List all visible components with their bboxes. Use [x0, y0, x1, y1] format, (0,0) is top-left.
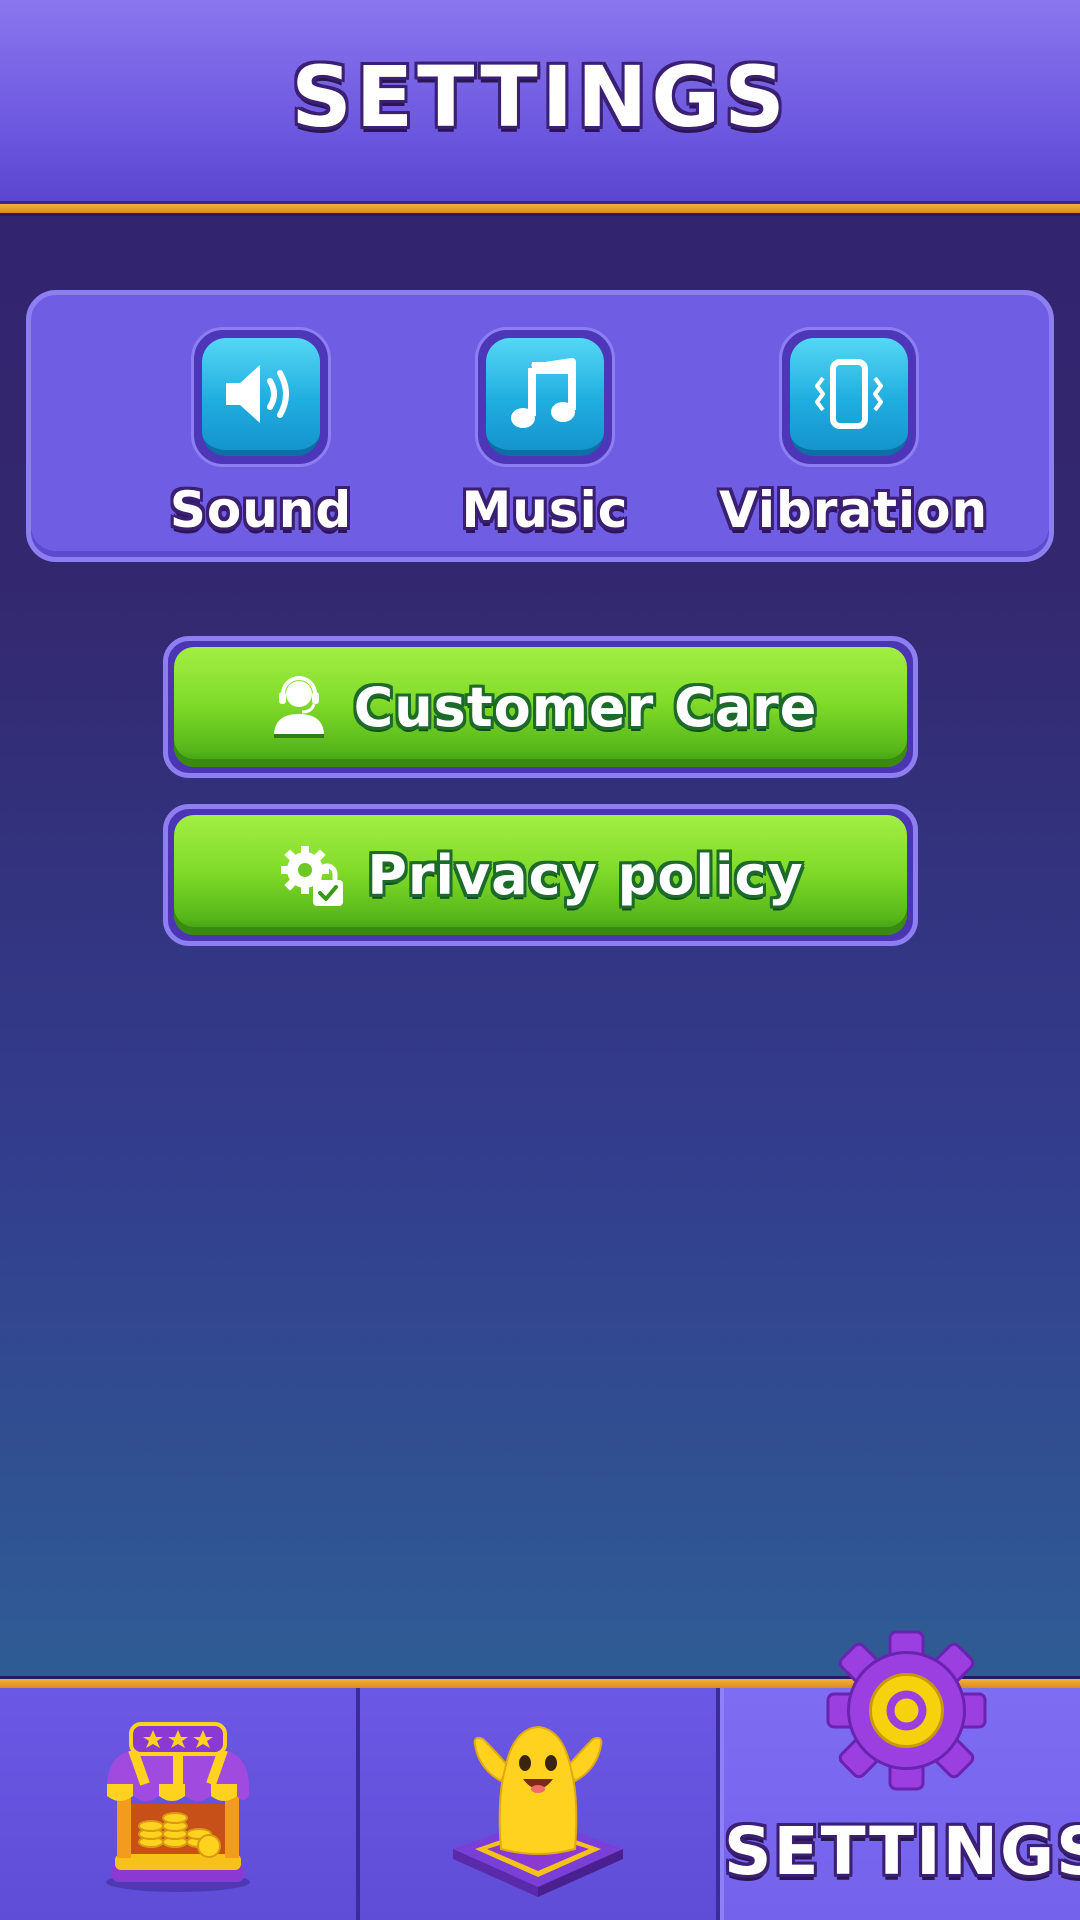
shop-stall-icon — [106, 1722, 250, 1892]
privacy-policy-button[interactable]: Privacy policy — [163, 804, 918, 946]
vibration-label: Vibration — [719, 481, 989, 539]
vibration-phone-icon — [815, 359, 883, 429]
bottom-nav: SETTINGS — [0, 1630, 1080, 1920]
audio-toggles-panel: Sound Music Vibration — [26, 290, 1054, 562]
music-toggle[interactable]: Music — [415, 327, 675, 539]
customer-care-button[interactable]: Customer Care — [163, 636, 918, 778]
tab-play[interactable] — [360, 1688, 720, 1920]
header-bar: SETTINGS — [0, 0, 1080, 204]
sound-button[interactable] — [202, 338, 320, 456]
settings-tab-label: SETTINGS — [724, 1813, 1080, 1890]
tab-settings[interactable]: SETTINGS — [720, 1630, 1080, 1920]
vibration-button[interactable] — [790, 338, 908, 456]
music-label: Music — [461, 481, 629, 539]
tab-shop[interactable] — [0, 1688, 360, 1920]
speaker-icon — [226, 365, 289, 423]
character-icon — [453, 1725, 623, 1897]
sound-label: Sound — [169, 481, 353, 539]
headset-person-icon — [273, 676, 324, 738]
gear-icon — [826, 1630, 987, 1791]
vibration-toggle[interactable]: Vibration — [719, 327, 989, 539]
privacy-policy-label: Privacy policy — [367, 843, 804, 907]
page-title: SETTINGS — [291, 47, 789, 146]
header-divider — [0, 204, 1080, 216]
music-button[interactable] — [486, 338, 604, 456]
gear-lock-icon — [281, 846, 344, 906]
music-note-icon — [511, 358, 576, 428]
sound-toggle[interactable]: Sound — [131, 327, 391, 539]
customer-care-label: Customer Care — [353, 675, 818, 739]
